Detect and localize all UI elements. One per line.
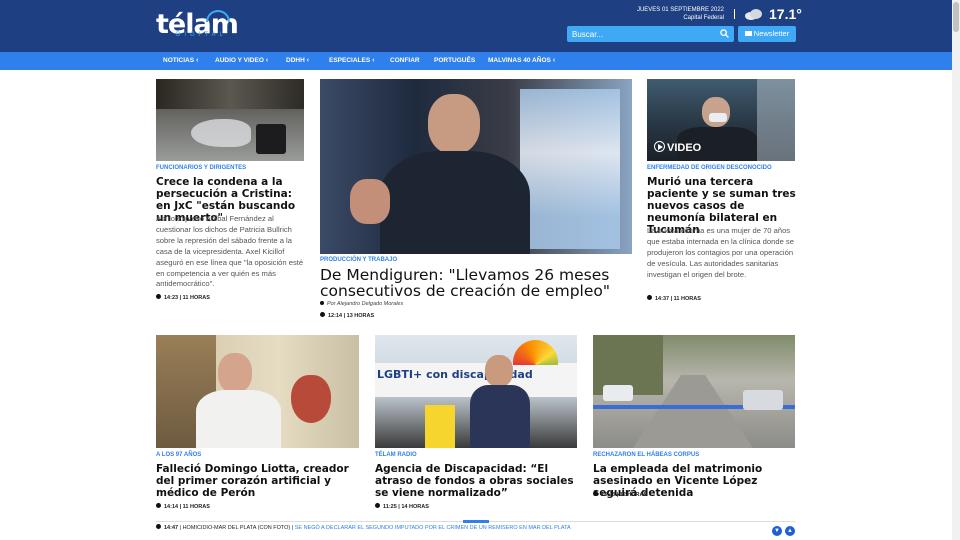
bullet-icon [320, 301, 324, 305]
chevron-left-icon: ‹ [306, 57, 310, 64]
nav-label: AUDIO Y VIDEO [215, 57, 264, 64]
time-label: 14:37 | 11 HORAS [655, 296, 701, 302]
main-article-headline[interactable]: De Mendiguren: "Llevamos 26 meses consec… [320, 267, 632, 299]
site-header: télam DIGITAL JUEVES 01 SEPTIEMBRE 2022 … [0, 0, 952, 52]
clock-icon [156, 503, 161, 508]
article-category[interactable]: ENFERMEDAD DE ORIGEN DESCONOCIDO [647, 165, 772, 171]
logo-subtitle: DIGITAL [176, 32, 227, 38]
byline-text: Por Alejandro Delgado Morales [327, 301, 404, 307]
news-ticker[interactable]: 14:47 | HOMICIDIO-MAR DEL PLATA (CON FOT… [156, 524, 571, 531]
nav-label: PORTUGUÊS [434, 57, 476, 64]
main-article-category[interactable]: PRODUCCIÓN Y TRABAJO [320, 257, 397, 263]
article-category[interactable]: RECHAZARON EL HÁBEAS CORPUS [593, 452, 699, 458]
article-category[interactable]: FUNCIONARIOS Y DIRIGENTES [156, 165, 246, 171]
ticker-detail[interactable]: SE NEGÓ A DECLARAR EL SEGUNDO IMPUTADO P… [295, 525, 571, 531]
article-time: 13:43 | 12 HORAS [593, 491, 647, 498]
clock-icon [647, 295, 652, 300]
chevron-down-icon: ▼ [774, 528, 780, 534]
article-category[interactable]: TÉLAM RADIO [375, 452, 417, 458]
time-label: 13:43 | 12 HORAS [601, 492, 648, 498]
nav-item-especiales[interactable]: ESPECIALES ‹ [329, 57, 375, 64]
main-nav: NOTICIAS ‹ AUDIO Y VIDEO ‹ DDHH ‹ ESPECIALE… [0, 52, 952, 70]
nav-item-audio-video[interactable]: AUDIO Y VIDEO ‹ [215, 57, 268, 64]
nav-label: DDHH [286, 57, 305, 64]
article-lead: Así lo expresó Aníbal Fernández al cuest… [156, 214, 304, 289]
video-label: VIDEO [667, 142, 702, 154]
nav-item-ddhh[interactable]: DDHH ‹ [286, 57, 309, 64]
clock-icon [593, 491, 598, 496]
chevron-left-icon: ‹ [196, 57, 199, 64]
clock-icon [375, 503, 380, 508]
location: Capital Federal [683, 15, 724, 21]
date-block: JUEVES 01 SEPTIEMBRE 2022 Capital Federa… [637, 6, 724, 22]
ticker-down-button[interactable]: ▼ [772, 526, 782, 536]
nav-label: CONFIAR [390, 57, 420, 64]
nav-label: MALVINAS 40 AÑOS [488, 57, 551, 64]
main-article-image[interactable] [320, 79, 632, 254]
main-article-time: 12:14 | 13 HORAS [320, 312, 374, 319]
article-image-liotta[interactable] [156, 335, 359, 448]
article-image-protest[interactable] [156, 79, 304, 161]
temperature: 17.1° [769, 6, 802, 22]
page-scrollbar[interactable] [952, 0, 960, 540]
nav-item-noticias[interactable]: NOTICIAS ‹ [163, 57, 198, 64]
time-label: 14:23 | 11 HORAS [164, 295, 210, 301]
article-image-vicente-lopez[interactable] [593, 335, 795, 448]
article-time: 14:37 | 11 HORAS [647, 295, 701, 302]
article-image-discapacidad[interactable]: LGBTI+ con discapacidad [375, 335, 577, 448]
search-box [567, 26, 734, 42]
chevron-left-icon: ‹ [372, 57, 375, 64]
article-category[interactable]: A LOS 97 AÑOS [156, 452, 201, 458]
current-date: JUEVES 01 SEPTIEMBRE 2022 [636, 7, 724, 13]
article-lead: La nueva víctima es una mujer de 70 años… [647, 226, 794, 279]
article-time: 14:23 | 11 HORAS [156, 294, 210, 301]
time-label: 12:14 | 13 HORAS [328, 313, 375, 319]
article-time: 11:25 | 14 HORAS [375, 503, 429, 510]
search-input[interactable] [572, 28, 712, 40]
nav-item-portugues[interactable]: PORTUGUÊS [434, 57, 475, 64]
main-article-byline: Por Alejandro Delgado Morales [320, 301, 403, 307]
ticker-up-button[interactable]: ▲ [785, 526, 795, 536]
nav-item-confiar[interactable]: CONFIAR [390, 57, 420, 64]
nav-label: ESPECIALES [329, 57, 371, 64]
scrollbar-thumb[interactable] [953, 2, 959, 32]
article-time: 14:14 | 11 HORAS [156, 503, 210, 510]
cloud-icon [745, 9, 762, 20]
ticker-time: 14:47 [164, 525, 179, 531]
newsletter-button[interactable]: Newsletter [738, 26, 796, 42]
chevron-left-icon: ‹ [552, 57, 556, 64]
time-label: 11:25 | 14 HORAS [383, 504, 429, 510]
divider [734, 9, 735, 19]
chevron-up-icon: ▲ [787, 528, 793, 534]
article-headline[interactable]: Agencia de Discapacidad: “El atraso de f… [375, 463, 577, 499]
clock-icon [156, 294, 161, 299]
chevron-left-icon: ‹ [265, 57, 269, 64]
nav-item-malvinas[interactable]: MALVINAS 40 AÑOS ‹ [488, 57, 555, 64]
search-icon[interactable] [720, 29, 729, 38]
play-icon [654, 141, 665, 152]
video-badge[interactable]: VIDEO [654, 141, 701, 154]
clock-icon [156, 524, 161, 529]
nav-label: NOTICIAS [163, 57, 195, 64]
clock-icon [320, 312, 325, 317]
ticker-headline: HOMICIDIO-MAR DEL PLATA (CON FOTO) [182, 525, 291, 531]
article-headline[interactable]: Falleció Domingo Liotta, creador del pri… [156, 463, 359, 499]
newsletter-label: Newsletter [753, 29, 790, 38]
ticker-indicator [463, 520, 489, 523]
mail-icon [744, 31, 752, 36]
time-label: 14:14 | 11 HORAS [164, 504, 210, 510]
